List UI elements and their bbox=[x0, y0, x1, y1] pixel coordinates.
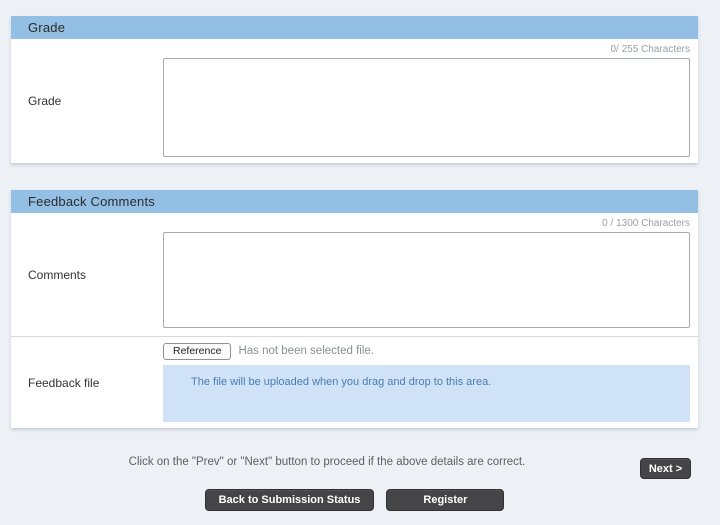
page: Grade Grade 0/ 255 Characters Feedback C… bbox=[0, 0, 720, 525]
grade-field-label: Grade bbox=[11, 39, 163, 163]
comments-field-content: 0 / 1300 Characters bbox=[163, 213, 698, 336]
comments-field-label: Comments bbox=[11, 213, 163, 336]
reference-button[interactable]: Reference bbox=[163, 343, 231, 360]
grade-section-header: Grade bbox=[11, 16, 698, 39]
back-to-submission-status-button[interactable]: Back to Submission Status bbox=[205, 489, 375, 511]
grade-char-counter: 0/ 255 Characters bbox=[163, 44, 690, 56]
next-button[interactable]: Next > bbox=[640, 458, 691, 479]
comments-row: Comments 0 / 1300 Characters bbox=[11, 213, 698, 336]
feedback-comments-section: Feedback Comments Comments 0 / 1300 Char… bbox=[11, 190, 698, 428]
comments-char-counter: 0 / 1300 Characters bbox=[163, 218, 690, 230]
feedback-section-title: Feedback Comments bbox=[28, 194, 155, 209]
feedback-file-label: Feedback file bbox=[11, 337, 163, 428]
register-button[interactable]: Register bbox=[386, 489, 504, 511]
grade-section: Grade Grade 0/ 255 Characters bbox=[11, 16, 698, 163]
grade-row: Grade 0/ 255 Characters bbox=[11, 39, 698, 163]
no-file-selected-text: Has not been selected file. bbox=[238, 345, 374, 357]
grade-section-title: Grade bbox=[28, 20, 65, 35]
action-buttons-row: Back to Submission Status Register bbox=[11, 489, 698, 511]
file-select-line: Reference Has not been selected file. bbox=[163, 343, 690, 359]
feedback-section-header: Feedback Comments bbox=[11, 190, 698, 213]
grade-field-content: 0/ 255 Characters bbox=[163, 39, 698, 163]
grade-textarea[interactable] bbox=[163, 58, 690, 157]
file-dropzone[interactable]: The file will be uploaded when you drag … bbox=[163, 365, 690, 422]
comments-textarea[interactable] bbox=[163, 232, 690, 328]
file-dropzone-text: The file will be uploaded when you drag … bbox=[191, 376, 491, 388]
instruction-text: Click on the "Prev" or "Next" button to … bbox=[11, 456, 643, 468]
feedback-file-row: Feedback file Reference Has not been sel… bbox=[11, 336, 698, 428]
feedback-file-content: Reference Has not been selected file. Th… bbox=[163, 337, 698, 428]
